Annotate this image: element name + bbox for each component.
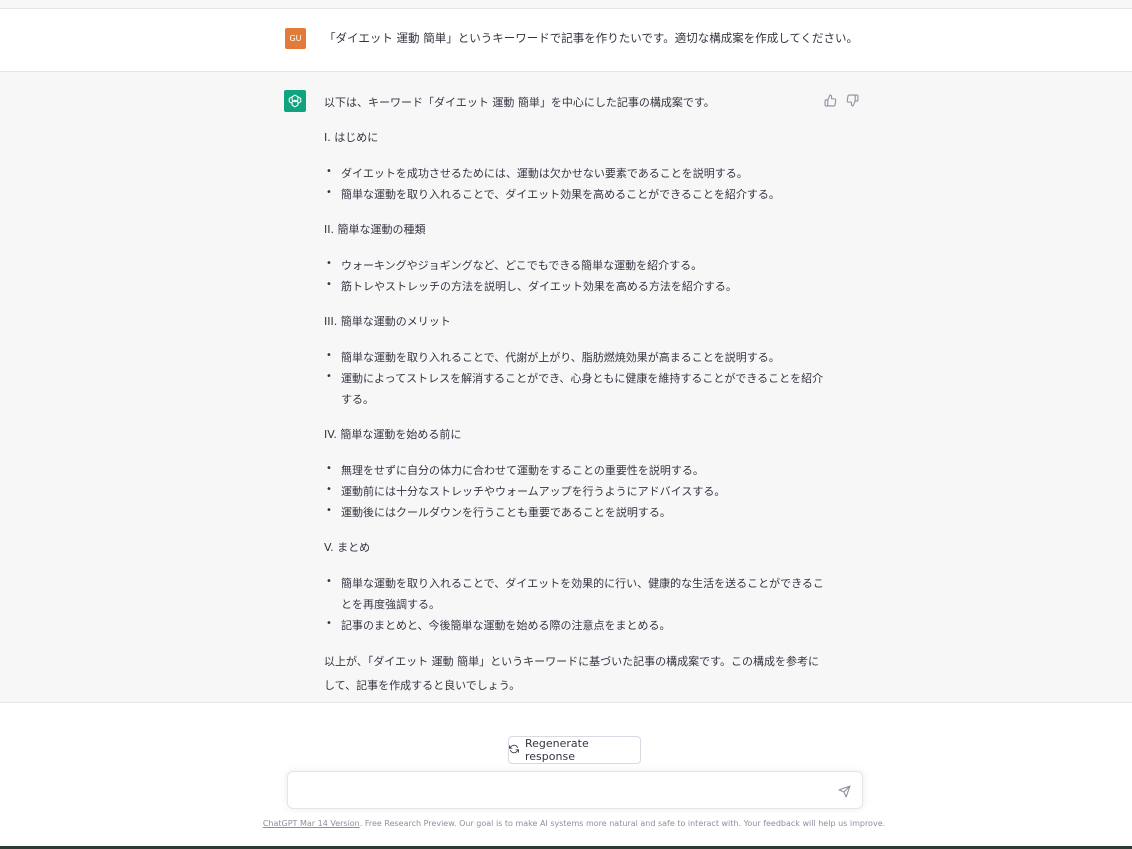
section-heading: IV. 簡単な運動を始める前に [324,428,462,441]
section-heading: V. まとめ [324,541,371,554]
feedback-buttons [822,92,860,108]
message-input-container [287,771,863,809]
user-message-row: GU 「ダイエット 運動 簡単」というキーワードで記事を作りたいです。適切な構成… [0,9,1132,72]
list-item: 運動前には十分なストレッチやウォームアップを行うようにアドバイスする。 [324,479,824,502]
section-heading: III. 簡単な運動のメリット [324,315,451,328]
refresh-icon [509,744,519,757]
list-item: 筋トレやストレッチの方法を説明し、ダイエット効果を高める方法を紹介する。 [324,274,824,297]
list-item: ウォーキングやジョギングなど、どこでもできる簡単な運動を紹介する。 [324,253,824,276]
user-avatar: GU [285,28,306,49]
list-item: 簡単な運動を取り入れることで、代謝が上がり、脂肪燃焼効果が高まることを説明する。 [324,345,824,368]
list-item: 簡単な運動を取り入れることで、ダイエット効果を高めることができることを紹介する。 [324,182,824,205]
version-link[interactable]: ChatGPT Mar 14 Version [263,819,360,828]
footer-text: . Free Research Preview. Our goal is to … [359,819,886,828]
section-bullets: ウォーキングやジョギングなど、どこでもできる簡単な運動を紹介する。 筋トレやスト… [324,253,824,297]
send-icon[interactable] [838,783,852,798]
list-item: 記事のまとめと、今後簡単な運動を始める際の注意点をまとめる。 [324,613,824,636]
thumbs-down-icon[interactable] [844,92,860,108]
openai-logo-icon [284,90,306,112]
section-heading: I. はじめに [324,131,379,144]
regenerate-response-button[interactable]: Regenerate response [508,736,641,764]
regenerate-response-label: Regenerate response [525,737,589,763]
list-item: 運動によってストレスを解消することができ、心身ともに健康を維持することができるこ… [324,366,824,410]
list-item: 簡単な運動を取り入れることで、ダイエットを効果的に行い、健康的な生活を送ることが… [324,571,824,615]
list-item: 無理をせずに自分の体力に合わせて運動をすることの重要性を説明する。 [324,458,824,481]
top-strip [0,0,1132,9]
section-bullets: 簡単な運動を取り入れることで、ダイエットを効果的に行い、健康的な生活を送ることが… [324,571,824,636]
assistant-outro: 以上が、「ダイエット 運動 簡単」というキーワードに基づいた記事の構成案です。こ… [324,655,820,692]
section-bullets: ダイエットを成功させるためには、運動は欠かせない要素であることを説明する。 簡単… [324,161,824,205]
user-message-text: 「ダイエット 運動 簡単」というキーワードで記事を作りたいです。適切な構成案を作… [324,31,859,45]
section-bullets: 無理をせずに自分の体力に合わせて運動をすることの重要性を説明する。 運動前には十… [324,458,824,523]
thumbs-up-icon[interactable] [822,92,838,108]
assistant-intro: 以下は、キーワード「ダイエット 運動 簡単」を中心にした記事の構成案です。 [324,96,715,109]
assistant-message-row: 以下は、キーワード「ダイエット 運動 簡単」を中心にした記事の構成案です。 I.… [0,72,1132,703]
footer-disclaimer: ChatGPT Mar 14 Version. Free Research Pr… [0,819,1132,828]
section-bullets: 簡単な運動を取り入れることで、代謝が上がり、脂肪燃焼効果が高まることを説明する。… [324,345,824,410]
list-item: ダイエットを成功させるためには、運動は欠かせない要素であることを説明する。 [324,161,824,184]
message-input[interactable] [298,780,822,802]
assistant-message-content: 以下は、キーワード「ダイエット 運動 簡単」を中心にした記事の構成案です。 I.… [324,92,824,698]
section-heading: II. 簡単な運動の種類 [324,223,426,236]
list-item: 運動後にはクールダウンを行うことも重要であることを説明する。 [324,500,824,523]
